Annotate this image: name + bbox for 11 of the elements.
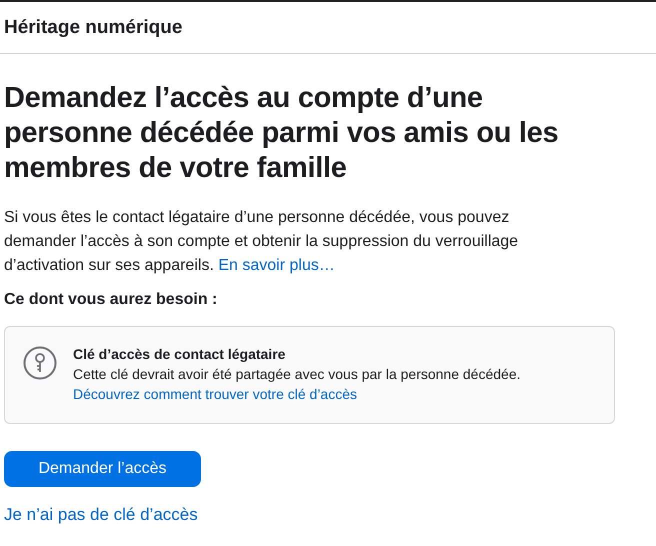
key-icon <box>23 346 57 380</box>
requirement-link[interactable]: Découvrez comment trouver votre clé d’accès <box>73 386 357 403</box>
section-title: Ce dont vous aurez besoin : <box>4 291 218 309</box>
heading: Demandez l’accès au compte d’une personne décédée parmi vos amis ou les membres de votre famille <box>4 81 560 186</box>
requirement-title: Clé d’accès de contact légataire <box>73 346 286 363</box>
request-access-button[interactable]: Demander l’accès <box>4 451 201 487</box>
learn-more-link[interactable]: En savoir plus… <box>218 257 335 274</box>
page-title: Héritage numérique <box>4 16 182 38</box>
no-key-link[interactable]: Je n’ai pas de clé d’accès <box>4 505 198 525</box>
requirement-description: Cette clé devrait avoir été partagée avec vous par la personne décédée. <box>73 366 521 383</box>
intro-paragraph: Si vous êtes le contact légataire d’une personne décédée, vous pouvez demander l’accès à son compte et obtenir la suppression du verrouillage d’activation sur ses appareils. En savoir plus… <box>4 208 520 276</box>
